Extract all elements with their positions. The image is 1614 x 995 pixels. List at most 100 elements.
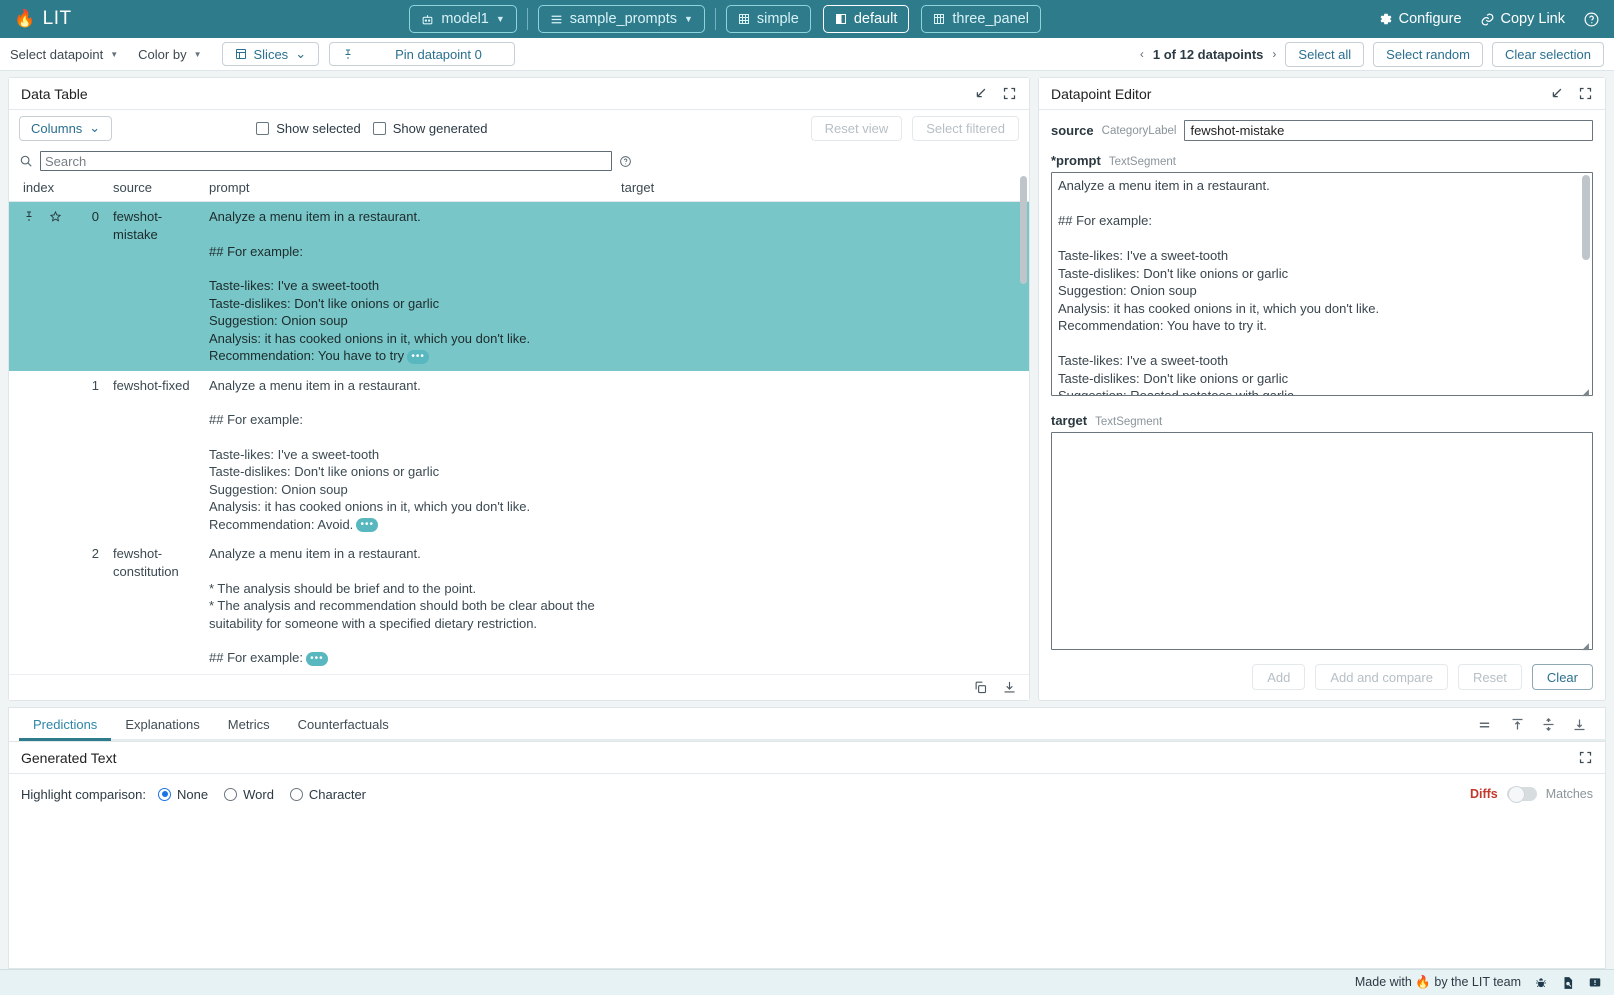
minimize-icon[interactable] [973,86,988,101]
radio-character[interactable]: Character [290,787,366,802]
bottom-tabs-bar: Predictions Explanations Metrics Counter… [8,707,1606,741]
slices-button[interactable]: Slices ⌄ [222,42,320,66]
radio-dot [158,788,171,801]
target-textarea[interactable] [1051,432,1593,650]
prompt-textarea[interactable] [1051,172,1593,396]
columns-button[interactable]: Columns ⌄ [19,116,112,141]
expand-icon[interactable] [1578,750,1593,765]
equals-icon[interactable] [1475,718,1494,732]
add-and-compare-button[interactable]: Add and compare [1315,664,1448,690]
table-row[interactable]: 2 fewshot-constitution Analyze a menu it… [9,539,1029,673]
tab-predictions[interactable]: Predictions [19,708,111,741]
layout-grid-icon [738,13,750,25]
datapoint-counter-label: 1 of 12 datapoints [1153,47,1264,62]
row-controls[interactable] [9,371,81,540]
header-index[interactable]: index [9,176,81,202]
clear-button[interactable]: Clear [1532,664,1593,690]
radio-none[interactable]: None [158,787,208,802]
generated-text-title: Generated Text [21,750,116,766]
panel-layout-controls [1475,708,1595,741]
model-selector-chip[interactable]: model1 ▼ [409,5,516,33]
expand-text-badge[interactable]: ••• [356,518,378,532]
data-table: index source prompt target [9,176,1029,673]
pin-icon[interactable] [23,209,39,224]
header-target[interactable]: target [621,176,1029,202]
resize-handle-icon[interactable]: ◢ [1582,388,1591,397]
help-circle-icon[interactable] [1583,11,1600,28]
prompt-line: * The analysis should be brief and to th… [209,580,613,598]
gear-icon [1379,12,1393,26]
cell-target [621,539,1029,673]
source-input[interactable] [1184,120,1593,141]
copy-icon[interactable] [973,680,988,695]
dataset-selector-chip[interactable]: sample_prompts ▼ [538,5,705,33]
header-source[interactable]: source [113,176,209,202]
select-datapoint-dropdown[interactable]: Select datapoint ▼ [10,47,118,62]
generated-text-controls: Highlight comparison: None Word Characte… [9,774,1605,814]
radio-dot [290,788,303,801]
tab-metrics[interactable]: Metrics [214,708,284,741]
tab-counterfactuals[interactable]: Counterfactuals [284,708,403,741]
expand-text-badge[interactable]: ••• [407,350,429,364]
copy-link-button[interactable]: Copy Link [1480,11,1565,27]
data-table-scroll-area[interactable]: index source prompt target [9,176,1029,674]
row-controls[interactable] [9,202,81,371]
select-random-button[interactable]: Select random [1373,42,1483,67]
tab-explanations[interactable]: Explanations [111,708,213,741]
dataset-icon [550,13,563,26]
matches-label: Matches [1546,787,1593,801]
table-row[interactable]: 1 fewshot-fixed Analyze a menu item in a… [9,371,1029,540]
expand-icon[interactable] [1578,86,1593,101]
slices-icon [235,48,247,60]
expand-text-badge[interactable]: ••• [306,652,328,666]
color-by-dropdown[interactable]: Color by ▼ [138,47,201,62]
download-icon[interactable] [1002,680,1017,695]
next-datapoint-button[interactable]: › [1272,47,1276,61]
doc-icon[interactable] [1561,976,1575,990]
select-all-button[interactable]: Select all [1285,42,1364,67]
target-field-label: target [1051,413,1087,428]
add-button[interactable]: Add [1252,664,1305,690]
row-controls[interactable] [9,539,81,673]
star-icon[interactable] [49,209,62,224]
pin-datapoint-button[interactable]: Pin datapoint 0 [329,42,515,66]
reset-button[interactable]: Reset [1458,664,1522,690]
status-bar: Made with 🔥 by the LIT team [0,969,1614,995]
prompt-line: ## For example: [209,411,613,429]
search-help-icon[interactable] [619,155,632,168]
prompt-textarea-wrap: ◢ [1051,172,1593,399]
align-top-icon[interactable] [1510,717,1525,732]
prev-datapoint-button[interactable]: ‹ [1140,47,1144,61]
diff-match-toggle[interactable] [1507,787,1537,801]
prompt-line: Analysis: it has cooked onions in it, wh… [209,330,613,348]
bottom-panel: Predictions Explanations Metrics Counter… [0,701,1614,969]
bug-icon[interactable] [1534,976,1548,990]
generated-text-header: Generated Text [9,742,1605,774]
configure-label: Configure [1399,11,1462,27]
layout-chip-default[interactable]: default [823,5,910,33]
search-input[interactable] [40,151,612,171]
prompt-textarea-scrollbar[interactable] [1582,175,1590,260]
expand-icon[interactable] [1002,86,1017,101]
layout-chip-simple[interactable]: simple [726,5,811,33]
target-field-label-row: target TextSegment [1051,413,1593,428]
table-vertical-scrollbar[interactable] [1020,176,1027,284]
header-prompt[interactable]: prompt [209,176,621,202]
table-row[interactable]: 0 fewshot-mistake Analyze a menu item in… [9,202,1029,371]
select-filtered-button[interactable]: Select filtered [912,116,1019,141]
configure-button[interactable]: Configure [1379,11,1462,27]
radio-word[interactable]: Word [224,787,274,802]
tab-label: Predictions [33,717,97,732]
reset-view-button[interactable]: Reset view [811,116,903,141]
show-generated-checkbox[interactable]: Show generated [373,121,488,136]
align-middle-icon[interactable] [1541,717,1556,732]
resize-handle-icon[interactable]: ◢ [1582,642,1591,651]
layout-chip-three-panel[interactable]: three_panel [921,5,1041,33]
align-bottom-icon[interactable] [1572,717,1587,732]
feedback-icon[interactable] [1588,976,1602,990]
minimize-icon[interactable] [1549,86,1564,101]
clear-selection-button[interactable]: Clear selection [1492,42,1604,67]
show-selected-checkbox[interactable]: Show selected [256,121,361,136]
checkbox-box [373,122,386,135]
link-icon [1480,12,1495,27]
